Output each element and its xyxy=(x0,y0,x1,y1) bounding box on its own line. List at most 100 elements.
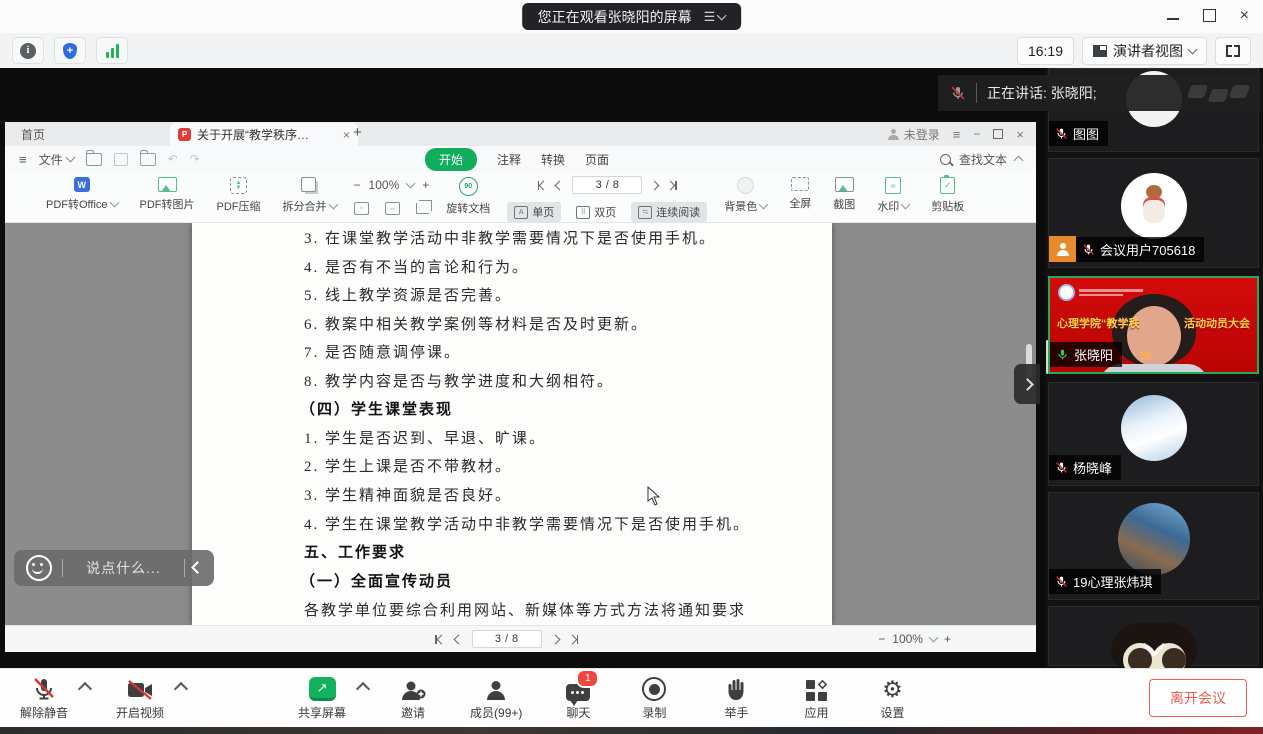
doc-line: 3. 在课堂教学活动中非教学需要情况下是否使用手机。 xyxy=(304,227,716,248)
share-options-chevron[interactable] xyxy=(356,682,370,696)
participant-tile[interactable]: 19心理张炜琪 xyxy=(1048,492,1259,600)
open-file-icon[interactable] xyxy=(86,153,102,166)
last-page-button[interactable] xyxy=(569,635,579,644)
banner-menu-icon[interactable]: ☰ xyxy=(704,9,726,25)
titlebar: 您正在观看张晓阳的屏幕 ☰ × xyxy=(0,0,1263,33)
network-quality-button[interactable] xyxy=(96,37,128,64)
file-menu[interactable]: 文件 xyxy=(39,151,74,168)
fullscreen-button[interactable] xyxy=(1215,37,1251,65)
quick-chat-bubble[interactable]: 说点什么... xyxy=(14,550,214,586)
sidebar-collapse-handle[interactable] xyxy=(1014,364,1040,404)
hamburger-icon[interactable]: ≡ xyxy=(19,152,27,167)
apps-button[interactable]: 应用 xyxy=(804,675,828,721)
first-page-button[interactable] xyxy=(538,181,548,190)
close-button[interactable]: × xyxy=(1240,10,1249,22)
tab-convert[interactable]: 转换 xyxy=(541,151,565,168)
pdf-menu-icon[interactable]: ≡ xyxy=(953,127,961,142)
meeting-info-button[interactable]: i xyxy=(12,37,44,64)
new-tab-button[interactable]: + xyxy=(353,124,362,141)
bg-color-button[interactable]: 背景色 xyxy=(724,177,767,214)
pdf-compress-button[interactable]: ▲▼ PDF压缩 xyxy=(217,177,261,214)
minimize-button[interactable] xyxy=(1167,18,1179,20)
prev-page-button[interactable] xyxy=(556,182,563,189)
invite-button[interactable]: 邀请 xyxy=(400,675,426,721)
tab-home[interactable]: 首页 xyxy=(5,122,139,146)
leave-meeting-button[interactable]: 离开会议 xyxy=(1149,679,1247,717)
tab-document[interactable]: P 关于开展“教学秩序规范... × xyxy=(170,123,358,146)
continuous-read-button[interactable]: ≒连续阅读 xyxy=(631,202,707,222)
redo-icon[interactable]: ↷ xyxy=(190,152,200,166)
start-video-button[interactable]: 开启视频 xyxy=(116,675,164,721)
next-page-button[interactable] xyxy=(651,182,658,189)
record-button[interactable]: 录制 xyxy=(642,675,666,721)
next-page-button[interactable] xyxy=(552,636,559,643)
page-separator: / xyxy=(606,179,609,191)
divider xyxy=(184,559,185,577)
undo-icon[interactable]: ↶ xyxy=(168,152,178,166)
collapse-chat-icon[interactable] xyxy=(193,559,202,577)
pdf-maximize-button[interactable] xyxy=(993,129,1003,139)
tab-page[interactable]: 页面 xyxy=(585,151,609,168)
crop-marks-icon[interactable] xyxy=(416,203,429,214)
share-screen-button[interactable]: ↗ 共享屏幕 xyxy=(298,675,346,721)
print-icon[interactable] xyxy=(140,153,156,166)
single-page-button[interactable]: A单页 xyxy=(507,202,561,222)
tool-label: 拆分合并 xyxy=(283,198,327,214)
raise-hand-button[interactable]: 举手 xyxy=(724,675,748,721)
members-button[interactable]: 成员(99+) xyxy=(470,675,522,721)
member-role-badge xyxy=(1049,236,1076,262)
pdf-minimize-button[interactable]: − xyxy=(973,127,980,141)
watching-banner[interactable]: 您正在观看张晓阳的屏幕 ☰ xyxy=(522,3,742,30)
fit-width-icon[interactable]: ↔ xyxy=(385,202,400,215)
mic-options-chevron[interactable] xyxy=(78,682,92,696)
view-mode-selector[interactable]: 演讲者视图 xyxy=(1082,37,1207,65)
unmute-button[interactable]: 解除静音 xyxy=(20,675,68,721)
chat-button[interactable]: 1 聊天 xyxy=(566,675,590,721)
zoom-in-button[interactable]: + xyxy=(422,178,429,192)
continuous-icon: ≒ xyxy=(638,206,652,219)
rotate-button[interactable]: 90 旋转文档 xyxy=(446,177,490,216)
zoom-out-button[interactable]: − xyxy=(878,632,885,646)
find-group: 查找文本 xyxy=(940,151,1036,168)
page-indicator[interactable]: 3 / 8 xyxy=(572,176,642,194)
watermark-button[interactable]: ≈ 水印 xyxy=(877,177,909,214)
settings-button[interactable]: ⚙ 设置 xyxy=(880,675,904,721)
banner-right: 活动动员大会 xyxy=(1184,315,1250,331)
participant-tile[interactable]: 会议用户705618 xyxy=(1048,158,1259,268)
zoom-out-button[interactable]: − xyxy=(354,178,361,192)
tab-start[interactable]: 开始 xyxy=(425,148,477,171)
save-icon[interactable] xyxy=(114,153,128,166)
active-speaker-tile[interactable]: 心理学院“教学秩 活动动员大会 张晓阳 20 xyxy=(1048,276,1259,374)
maximize-button[interactable] xyxy=(1203,9,1216,22)
find-text-button[interactable]: 查找文本 xyxy=(959,151,1007,168)
video-options-chevron[interactable] xyxy=(174,682,188,696)
zoom-in-button[interactable]: + xyxy=(944,632,951,646)
login-button[interactable]: 未登录 xyxy=(888,126,940,143)
chat-input-placeholder[interactable]: 说点什么... xyxy=(63,558,184,578)
muted-mic-icon xyxy=(950,85,966,101)
emoji-icon[interactable] xyxy=(26,555,52,581)
tab-annotate[interactable]: 注释 xyxy=(497,151,521,168)
prev-page-button[interactable] xyxy=(455,636,462,643)
participant-tile[interactable]: 杨晓峰 xyxy=(1048,382,1259,486)
pdf-close-button[interactable]: × xyxy=(1016,127,1024,142)
security-button[interactable]: + xyxy=(54,37,86,64)
split-merge-button[interactable]: 拆分合并 xyxy=(283,177,337,214)
doc-line: 1. 学生是否迟到、早退、旷课。 xyxy=(304,427,546,448)
close-tab-icon[interactable]: × xyxy=(343,128,350,142)
clipboard-button[interactable]: ✓ 剪贴板 xyxy=(931,177,964,214)
divider xyxy=(976,83,977,103)
first-page-button[interactable] xyxy=(435,635,445,644)
participant-tile-partial[interactable] xyxy=(1048,606,1259,666)
fit-page-icon[interactable]: ▫ xyxy=(354,202,369,215)
screenshot-button[interactable]: 截图 xyxy=(833,177,855,212)
pdf-to-office-button[interactable]: W PDF转Office xyxy=(46,177,118,212)
page-indicator[interactable]: 3 / 8 xyxy=(472,630,542,648)
last-page-button[interactable] xyxy=(667,181,677,190)
chevron-down-icon[interactable] xyxy=(406,179,416,189)
chevron-up-icon[interactable] xyxy=(1014,156,1024,166)
double-page-button[interactable]: ⠿双页 xyxy=(569,202,623,222)
pdf-fullscreen-button[interactable]: 全屏 xyxy=(789,177,811,211)
pdf-to-image-button[interactable]: PDF转图片 xyxy=(140,177,195,212)
chevron-down-icon[interactable] xyxy=(929,633,939,643)
